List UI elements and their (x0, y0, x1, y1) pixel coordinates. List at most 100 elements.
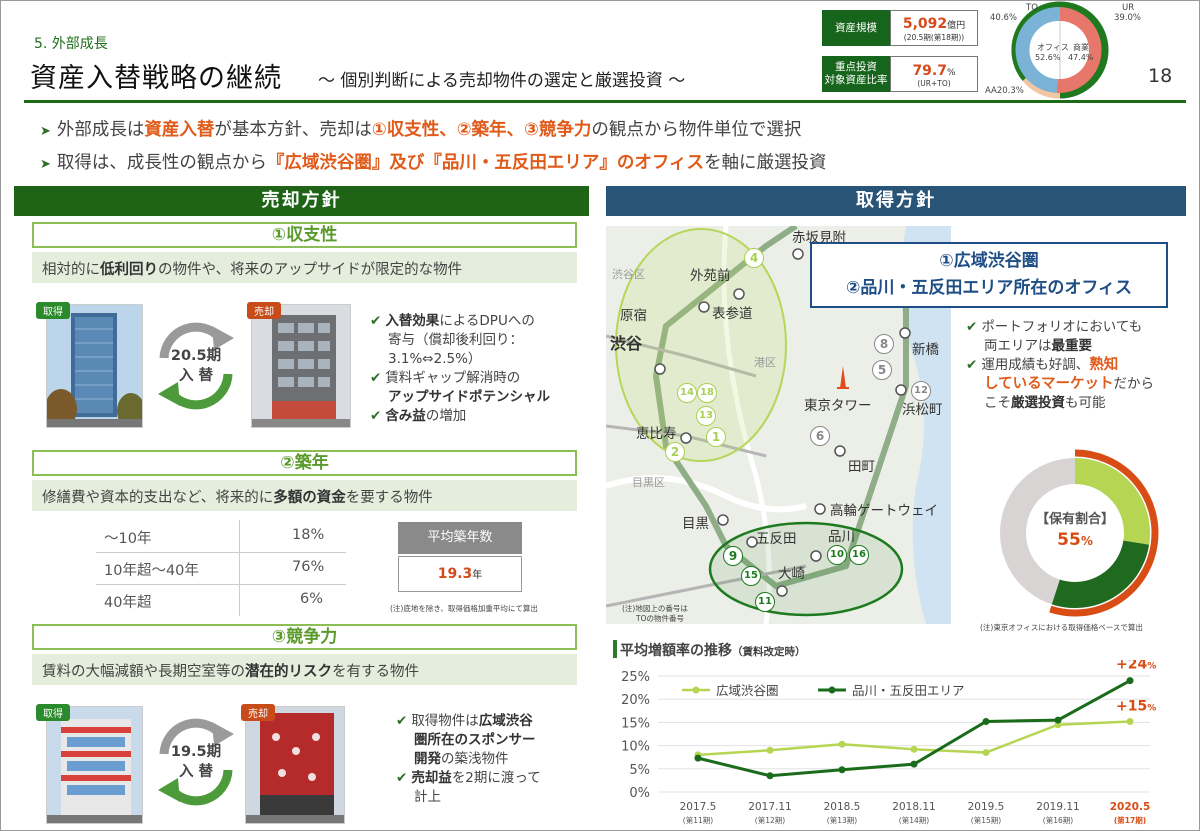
property-pin-2: 2 (665, 442, 685, 462)
swap-period-2: 19.5期 (170, 744, 222, 760)
page-title: 資産入替戦略の継続 (30, 63, 282, 94)
check-icon: ✔ (396, 713, 408, 729)
property-pin-4: 4 (744, 248, 764, 268)
c1-point-2: ✔ 賃料ギャップ解消時の (370, 369, 575, 388)
criterion-2-desc: 修繕費や資本的支出など、将来的に多額の資金を要する物件 (32, 480, 577, 511)
annotation-unit: % (1147, 703, 1156, 713)
series-2-point (694, 754, 702, 762)
station-gaienmae: 外苑前 (690, 268, 731, 284)
table-vdivider (239, 520, 240, 616)
sold-building-photo-1 (251, 304, 351, 428)
page-number: 18 (1148, 65, 1173, 87)
c1-desc-a: 相対的に (42, 262, 100, 278)
c3-p2-text: を2期に渡って (451, 770, 541, 786)
landmark-tokyo-tower: 東京タワー (804, 398, 872, 414)
c1-desc-c: の物件や、将来のアップサイドが限定的な物件 (158, 262, 463, 278)
acq-p2-c: しているマーケット (984, 376, 1114, 392)
station-shibuya: 渋谷 (610, 334, 643, 353)
kpi-focus-unit: % (946, 68, 956, 78)
sold-building-photo-2 (245, 706, 345, 824)
sell-policy-band: 売却方針 (14, 186, 589, 216)
y-tick-label: 15% (621, 716, 650, 731)
focus-area-2: ②品川・五反田エリア所在のオフィス (845, 278, 1133, 298)
check-icon: ✔ (370, 370, 382, 386)
c1-p1-cont2: 3.1%⇔2.5%） (388, 351, 482, 367)
legend-label: 広域渋谷圏 (716, 683, 779, 698)
c1-p2-bold: アップサイドポテンシャル (388, 389, 550, 405)
title-rule (24, 100, 1186, 103)
series-2-point (910, 760, 918, 768)
acquire-points: ✔ ポートフォリオにおいても 両エリアは最重要 ✔ 運用成績も好調、熟知 しているマ… (966, 318, 1181, 413)
bullet2-text-a: 取得は、成長性の観点から (56, 153, 267, 173)
kpi-asset-unit: 億円 (947, 21, 966, 31)
map-note-2: TOの物件番号 (636, 614, 684, 623)
y-tick-label: 25% (621, 670, 650, 685)
acq-p1-c: 最重要 (1051, 338, 1093, 354)
criterion-1-desc: 相対的に低利回りの物件や、将来のアップサイドが限定的な物件 (32, 252, 577, 283)
c1-p2-text: 賃料ギャップ解消時の (385, 370, 521, 386)
share-note: (注)東京オフィスにおける取得価格ベースで算出 (980, 623, 1143, 632)
bullet-line-2: ➤ 取得は、成長性の観点から『広域渋谷圏』及び『品川・五反田エリア』のオフィスを軸… (40, 149, 827, 174)
c3-p1-text-a: 取得物件は (411, 713, 479, 729)
acq-point-2: ✔ 運用成績も好調、熟知 (966, 356, 1181, 375)
criterion-1-head: ①収支性 (32, 222, 577, 248)
c3-p1-bold-d: 開発 (414, 751, 441, 767)
bullet1-highlight-d: ①収支性、②築年、③競争力 (371, 120, 592, 140)
donut-office-label: オフィス (1037, 43, 1069, 52)
avg-age-note: (注)底地を除き、取得価格加重平均にて算出 (390, 604, 538, 613)
donut-retail-label: 商業 (1073, 43, 1089, 52)
x-tick-sublabel: (第13期) (827, 815, 857, 825)
building-image (246, 707, 344, 823)
bullet2-text-c: を軸に厳選投資 (704, 153, 827, 173)
x-tick-sublabel: (第16期) (1043, 815, 1073, 825)
criterion-1-points: ✔ 入替効果によるDPUへの 寄与（償却後利回り： 3.1%⇔2.5%） ✔ 賃料ギ… (370, 312, 575, 426)
acq-p2-d: だから (1113, 376, 1154, 392)
property-pin-14: 14 (677, 383, 697, 403)
acq-point-1: ✔ ポートフォリオにおいても (966, 318, 1181, 337)
x-tick-label: 2018.11 (892, 801, 935, 813)
acq-p2-e: こそ (984, 395, 1011, 411)
page-subtitle: ～ 個別判断による売却物件の選定と厳選投資 ～ (318, 71, 686, 91)
x-tick-sublabel: (第17期) (1114, 815, 1146, 825)
y-tick-label: 20% (621, 693, 650, 708)
annotation-unit: % (1147, 662, 1156, 672)
property-pin-9: 9 (723, 546, 743, 566)
c3-desc-a: 賃料の大幅減額や長期空室等の (42, 664, 245, 680)
property-pin-16: 16 (849, 545, 869, 565)
table-row-1-value: 18% (292, 527, 325, 543)
c3-p1-bold-b: 広域渋谷 (478, 713, 533, 729)
kpi-focus-box: 79.7% (UR+TO) (890, 56, 978, 92)
check-icon: ✔ (370, 313, 382, 329)
station-shinbashi: 新橋 (912, 342, 939, 358)
kpi-asset-value: 5,092 (902, 16, 948, 32)
series-2-point (982, 717, 990, 725)
x-tick-sublabel: (第14期) (899, 815, 929, 825)
series-2-point (1054, 716, 1062, 724)
table-hdivider-1 (96, 552, 346, 553)
kpi-focus-label: 重点投資 対象資産比率 (822, 56, 890, 92)
series-1-point (766, 746, 774, 754)
c1-desc-b: 低利回り (100, 262, 158, 278)
table-row-1-label: ～10年 (104, 531, 152, 547)
acq-p2-a: 運用成績も好調、 (981, 357, 1090, 373)
chart-title-main: 平均増額率の推移 (620, 643, 732, 659)
x-tick-sublabel: (第12期) (755, 815, 785, 825)
chart-title-bar (613, 640, 617, 658)
donut-ur-label: UR (1122, 3, 1135, 13)
station-osaki: 大崎 (778, 566, 805, 582)
series-1-point (838, 740, 846, 748)
bullet1-text-e: の観点から物件単位で選択 (591, 120, 802, 140)
bullet1-text-c: が基本方針、売却は (214, 120, 372, 140)
property-pin-18: 18 (697, 383, 717, 403)
legend-marker (828, 686, 836, 694)
property-pin-1: 1 (706, 427, 726, 447)
series-2-point (1126, 677, 1134, 685)
rent-increase-line-chart: 0% 5% 10% 15% 20% 25% 2017.5 (第11期) 2017.11 (第12期… (621, 660, 1156, 825)
age-distribution-table: ～10年 18% 10年超～40年 76% 40年超 6% (96, 520, 346, 616)
acquire-policy-band: 取得方針 (606, 186, 1186, 216)
acq-p1-a: ポートフォリオにおいても (981, 319, 1143, 335)
share-donut-dark-arc (1051, 540, 1150, 608)
acq-p1-b: 両エリアは (984, 338, 1052, 354)
kpi-focus-label-1: 重点投資 (835, 61, 877, 73)
table-row-2-label: 10年超～40年 (104, 563, 199, 579)
